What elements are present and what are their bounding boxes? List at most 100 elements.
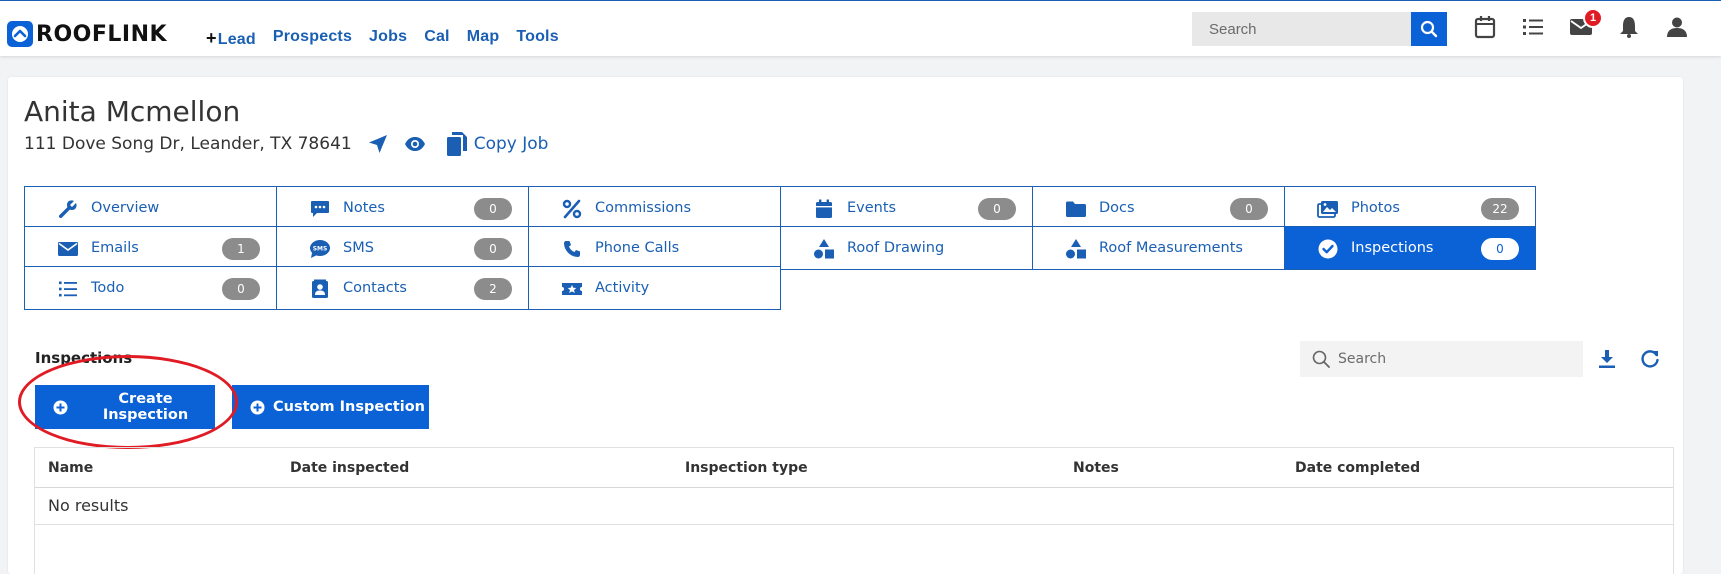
list-icon (57, 279, 79, 299)
plus-icon: + (206, 28, 217, 48)
tab-activity[interactable]: Activity (528, 266, 781, 310)
top-icon-bar: 1 (1472, 8, 1690, 41)
main-nav: +Lead Prospects Jobs Cal Map Tools (206, 28, 559, 49)
mail-icon[interactable]: 1 (1568, 8, 1603, 41)
copy-job-button[interactable]: Copy Job (446, 131, 549, 157)
customer-address: 111 Dove Song Dr, Leander, TX 78641 (24, 134, 352, 154)
tab-count-badge: 0 (978, 198, 1016, 220)
job-card: Anita Mcmellon 111 Dove Song Dr, Leander… (8, 77, 1683, 574)
svg-text:SMS: SMS (313, 246, 328, 253)
column-header-date-inspected[interactable]: Date inspected (290, 460, 409, 476)
tab-inspections[interactable]: Inspections 0 (1284, 226, 1536, 270)
tab-count-badge: 0 (222, 278, 260, 300)
check-circle-icon (1317, 239, 1339, 259)
mail-count-badge: 1 (1583, 8, 1603, 28)
tab-emails[interactable]: Emails 1 (24, 226, 277, 270)
customer-address-row: 111 Dove Song Dr, Leander, TX 78641 Copy… (24, 131, 548, 157)
tab-contacts[interactable]: Contacts 2 (276, 266, 529, 310)
nav-map[interactable]: Map (467, 28, 500, 49)
contact-book-icon (309, 279, 331, 299)
top-navbar: ROOFLINK +Lead Prospects Jobs Cal Map To… (0, 0, 1721, 56)
nav-lead[interactable]: +Lead (206, 28, 256, 49)
tab-docs[interactable]: Docs 0 (1032, 186, 1285, 230)
global-search-button[interactable] (1411, 12, 1447, 46)
tab-events[interactable]: Events 0 (780, 186, 1033, 230)
empty-state-text: No results (48, 496, 129, 515)
brand-logo[interactable]: ROOFLINK (7, 21, 167, 47)
inspections-search (1300, 341, 1583, 377)
tab-label: Notes (343, 200, 385, 216)
tab-label: Commissions (595, 200, 692, 216)
nav-prospects[interactable]: Prospects (273, 28, 352, 49)
tab-count-badge: 22 (1481, 198, 1519, 220)
tab-label: Roof Drawing (847, 240, 945, 256)
column-header-name[interactable]: Name (48, 460, 93, 476)
percent-icon (561, 199, 583, 219)
create-inspection-button[interactable]: Create Inspection (35, 385, 215, 429)
task-list-icon[interactable] (1520, 13, 1546, 41)
tab-photos[interactable]: Photos 22 (1284, 186, 1536, 230)
table-header: Name Date inspected Inspection type Note… (35, 448, 1673, 488)
copy-icon (446, 132, 467, 156)
tab-commissions[interactable]: Commissions (528, 186, 781, 230)
inspections-section-title: Inspections (35, 349, 133, 367)
column-header-notes[interactable]: Notes (1073, 460, 1119, 476)
nav-cal[interactable]: Cal (424, 28, 450, 49)
tab-roof-measurements[interactable]: Roof Measurements (1032, 226, 1285, 270)
tab-count-badge: 0 (474, 238, 512, 260)
tab-overview[interactable]: Overview (24, 186, 277, 230)
images-icon (1317, 199, 1339, 219)
ticket-star-icon (561, 279, 583, 299)
global-search (1192, 12, 1447, 46)
tab-count-badge: 0 (1230, 198, 1268, 220)
tab-label: Inspections (1351, 240, 1434, 256)
column-header-date-completed[interactable]: Date completed (1295, 460, 1420, 476)
tab-count-badge: 0 (474, 198, 512, 220)
tab-label: Contacts (343, 280, 407, 296)
user-profile-icon[interactable] (1664, 13, 1690, 41)
search-icon (1312, 350, 1330, 368)
shapes-icon (813, 239, 835, 259)
tab-count-badge: 0 (1481, 238, 1519, 260)
wrench-icon (57, 199, 79, 219)
custom-inspection-label: Custom Inspection (273, 399, 425, 415)
tab-roof-drawing[interactable]: Roof Drawing (780, 226, 1033, 270)
download-icon[interactable] (1595, 347, 1619, 371)
global-search-input[interactable] (1192, 12, 1411, 46)
tab-label: Emails (91, 240, 139, 256)
tab-label: Phone Calls (595, 240, 680, 256)
copy-job-label: Copy Job (473, 134, 549, 154)
eye-icon[interactable] (404, 136, 426, 152)
custom-inspection-button[interactable]: Custom Inspection (232, 385, 429, 429)
navigate-arrow-icon[interactable] (368, 134, 388, 154)
column-header-inspection-type[interactable]: Inspection type (685, 460, 808, 476)
shapes-icon (1065, 239, 1087, 259)
sms-icon: SMS (309, 239, 331, 259)
calendar-icon (813, 199, 835, 219)
bell-icon[interactable] (1616, 13, 1642, 41)
nav-tools[interactable]: Tools (516, 28, 558, 49)
tab-todo[interactable]: Todo 0 (24, 266, 277, 310)
create-inspection-label: Create Inspection (102, 391, 189, 423)
tab-label: Photos (1351, 200, 1400, 216)
tab-sms[interactable]: SMS SMS 0 (276, 226, 529, 270)
inspections-table: Name Date inspected Inspection type Note… (34, 447, 1674, 574)
inspections-search-input[interactable] (1338, 342, 1578, 376)
tab-phone-calls[interactable]: Phone Calls (528, 226, 781, 270)
brand-name: ROOFLINK (36, 21, 168, 47)
tab-label: Activity (595, 280, 650, 296)
tab-label: Roof Measurements (1099, 240, 1243, 256)
customer-name: Anita Mcmellon (24, 95, 241, 128)
tab-label: SMS (343, 240, 374, 256)
tab-count-badge: 2 (474, 278, 512, 300)
calendar-icon[interactable] (1472, 13, 1498, 41)
phone-icon (561, 239, 583, 259)
tab-notes[interactable]: Notes 0 (276, 186, 529, 230)
roof-logo-icon (7, 21, 33, 47)
nav-lead-label: Lead (217, 31, 256, 48)
nav-jobs[interactable]: Jobs (369, 28, 407, 49)
tab-label: Overview (91, 200, 160, 216)
table-row: No results (35, 489, 1673, 525)
refresh-icon[interactable] (1638, 347, 1662, 371)
search-icon (1420, 20, 1438, 38)
